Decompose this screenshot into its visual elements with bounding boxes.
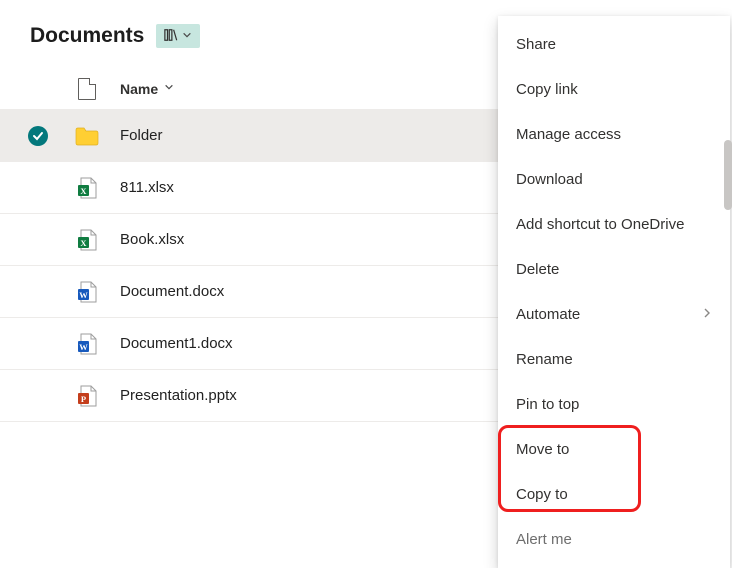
menu-item-label: Rename bbox=[516, 351, 573, 368]
menu-item-label: Copy link bbox=[516, 81, 578, 98]
svg-text:X: X bbox=[80, 186, 87, 196]
menu-item-alert-me[interactable]: Alert me bbox=[498, 517, 730, 562]
menu-item-label: Add shortcut to OneDrive bbox=[516, 216, 684, 233]
menu-item-download[interactable]: Download bbox=[498, 157, 730, 202]
menu-item-label: Delete bbox=[516, 261, 559, 278]
chevron-down-icon bbox=[164, 82, 174, 95]
svg-text:W: W bbox=[79, 342, 88, 352]
menu-item-automate[interactable]: Automate bbox=[498, 292, 730, 337]
chevron-down-icon bbox=[182, 30, 192, 43]
row-select-cell[interactable] bbox=[0, 126, 62, 146]
file-type-icon bbox=[78, 78, 96, 100]
menu-item-label: Manage access bbox=[516, 126, 621, 143]
ppt-icon: P bbox=[62, 385, 112, 407]
menu-item-copy-to[interactable]: Copy to bbox=[498, 472, 730, 517]
menu-item-label: Move to bbox=[516, 441, 569, 458]
menu-item-manage-access[interactable]: Manage access bbox=[498, 112, 730, 157]
chevron-right-icon bbox=[702, 306, 712, 323]
menu-item-pin-to-top[interactable]: Pin to top bbox=[498, 382, 730, 427]
menu-item-label: Download bbox=[516, 171, 583, 188]
menu-item-label: Share bbox=[516, 36, 556, 53]
excel-icon: X bbox=[62, 177, 112, 199]
menu-item-label: Alert me bbox=[516, 531, 572, 548]
folder-icon bbox=[62, 126, 112, 146]
svg-text:P: P bbox=[81, 394, 86, 404]
menu-item-label: Copy to bbox=[516, 486, 568, 503]
column-type-icon bbox=[62, 78, 112, 100]
menu-item-add-shortcut-to-onedrive[interactable]: Add shortcut to OneDrive bbox=[498, 202, 730, 247]
menu-item-rename[interactable]: Rename bbox=[498, 337, 730, 382]
menu-item-label: Pin to top bbox=[516, 396, 579, 413]
checkmark-icon bbox=[28, 126, 48, 146]
excel-icon: X bbox=[62, 229, 112, 251]
menu-item-share[interactable]: Share bbox=[498, 22, 730, 67]
word-icon: W bbox=[62, 281, 112, 303]
context-menu: Share Copy link Manage access Download Add s… bbox=[498, 16, 730, 568]
menu-item-delete[interactable]: Delete bbox=[498, 247, 730, 292]
menu-item-move-to[interactable]: Move to bbox=[498, 427, 730, 472]
scrollbar-thumb[interactable] bbox=[724, 140, 732, 210]
word-icon: W bbox=[62, 333, 112, 355]
menu-item-label: Automate bbox=[516, 306, 580, 323]
tiles-icon bbox=[164, 28, 178, 44]
svg-text:W: W bbox=[79, 290, 88, 300]
view-switcher[interactable] bbox=[156, 24, 200, 48]
svg-text:X: X bbox=[80, 238, 87, 248]
menu-item-copy-link[interactable]: Copy link bbox=[498, 67, 730, 112]
column-header-name-label: Name bbox=[120, 81, 158, 97]
page-title: Documents bbox=[30, 24, 144, 48]
